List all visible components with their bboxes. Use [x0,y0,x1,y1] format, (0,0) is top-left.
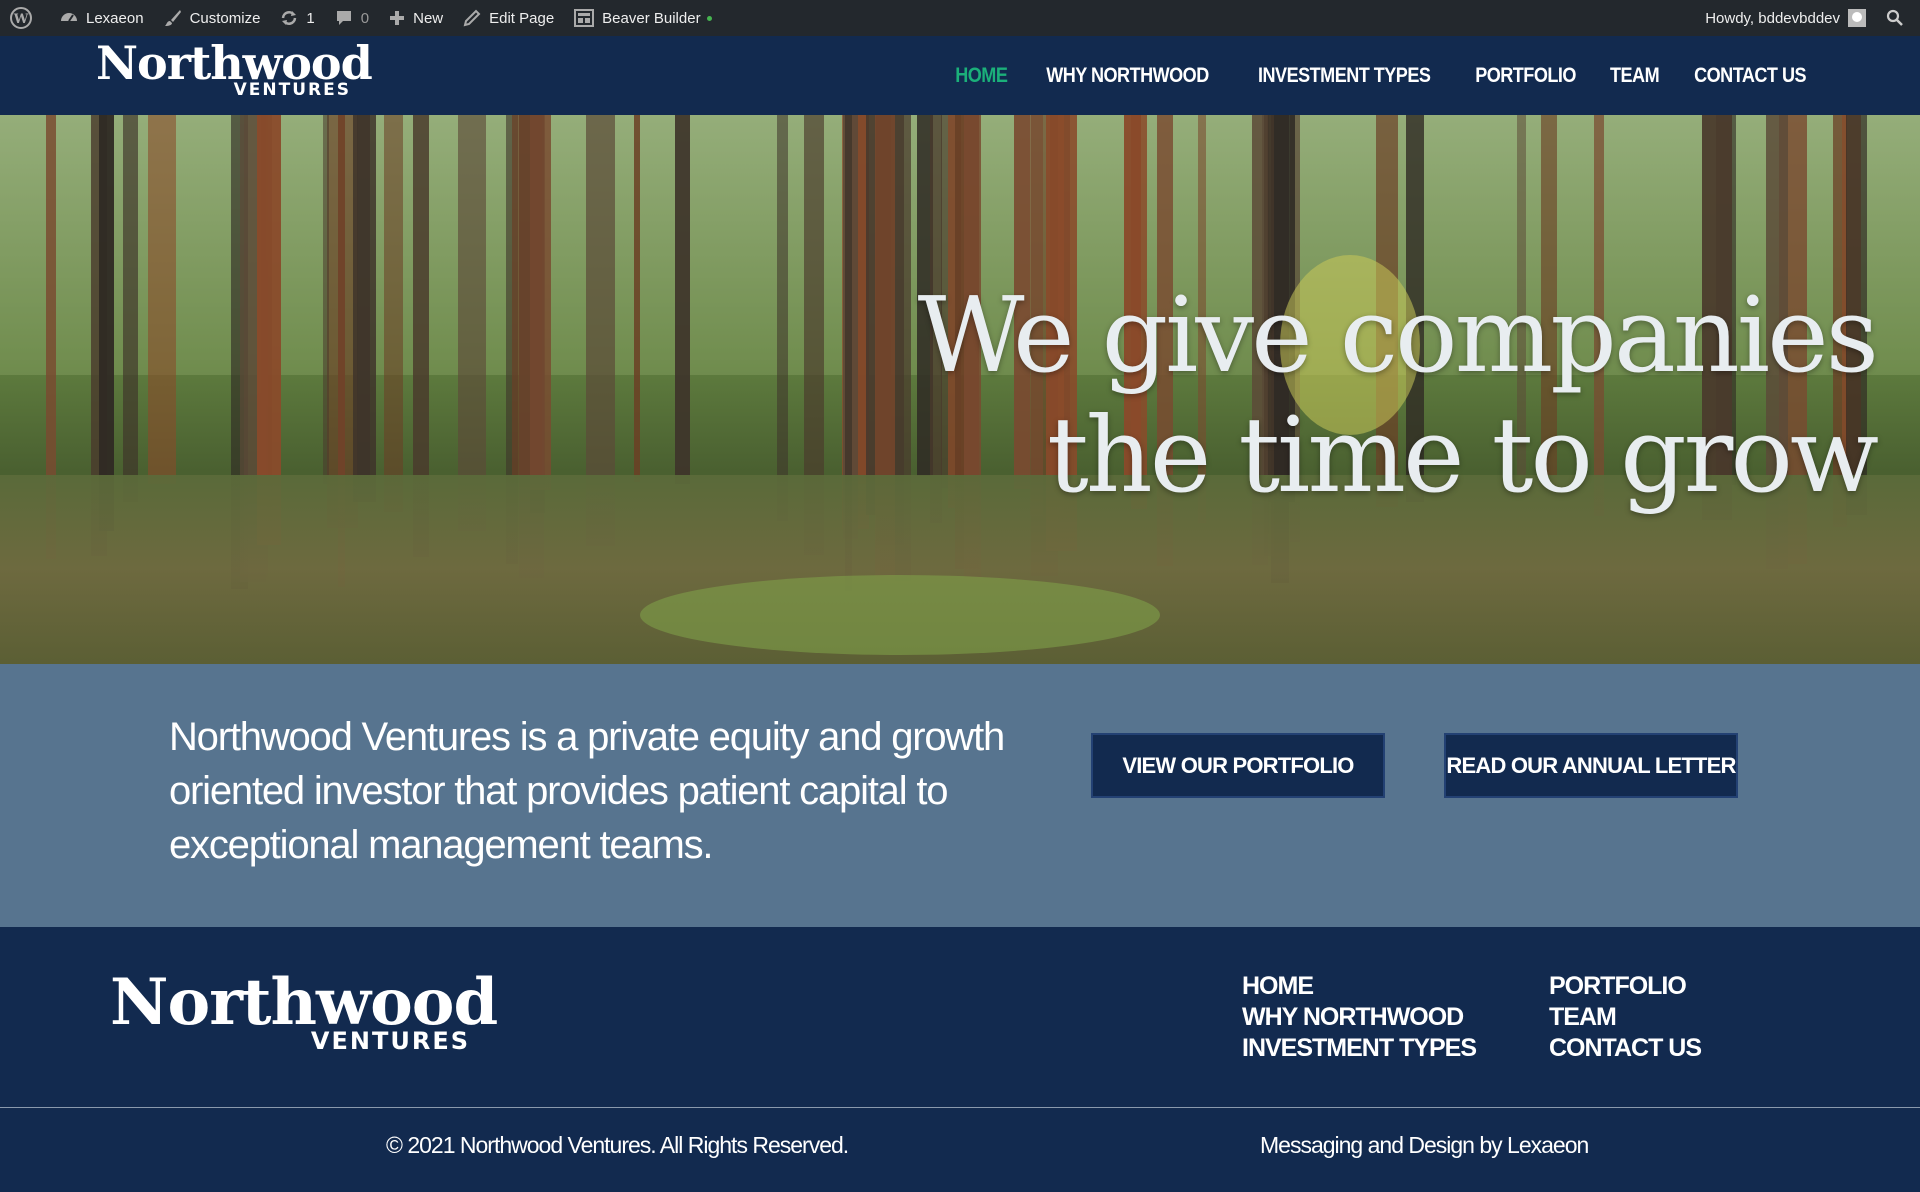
site-footer: Northwood VENTURES HOME WHY NORTHWOOD IN… [0,927,1920,1107]
hero-headline-line2: the time to grow [1046,394,1879,516]
beaver-builder-link[interactable]: Beaver Builder [564,0,721,36]
site-logo[interactable]: Northwood VENTURES [96,40,373,99]
wordpress-logo-button[interactable]: W [0,0,50,36]
nav-why-northwood[interactable]: WHY NORTHWOOD [1047,64,1210,88]
updates-link[interactable]: 1 [270,0,324,36]
copyright-text: © 2021 Northwood Ventures. All Rights Re… [386,1132,849,1158]
dashboard-icon [61,13,77,22]
footer-link-why-northwood[interactable]: WHY NORTHWOOD [1242,1002,1476,1033]
nav-team[interactable]: TEAM [1610,64,1660,88]
read-annual-letter-button[interactable]: READ OUR ANNUAL LETTER [1444,733,1738,798]
plus-icon [390,11,405,25]
footer-link-portfolio[interactable]: PORTFOLIO [1549,971,1701,1002]
hero-banner: We give companies the time to grow [0,115,1920,664]
main-navigation: HOME WHY NORTHWOOD INVESTMENT TYPES PORT… [951,36,1815,115]
footer-nav-column-1: HOME WHY NORTHWOOD INVESTMENT TYPES [1242,971,1477,1064]
footer-link-investment-types[interactable]: INVESTMENT TYPES [1242,1033,1477,1064]
admin-bar: W Lexaeon Customize 1 0 New Edit Page Be… [0,0,1920,36]
footer-link-contact-us[interactable]: CONTACT US [1549,1033,1702,1064]
my-account-link[interactable]: Howdy, bddevbddev [1695,0,1876,36]
nav-portfolio[interactable]: PORTFOLIO [1475,64,1576,88]
customize-label: Customize [189,9,261,27]
new-content-link[interactable]: New [379,0,453,36]
edit-page-link[interactable]: Edit Page [453,0,564,36]
copyright-bar: © 2021 Northwood Ventures. All Rights Re… [0,1107,1920,1192]
footer-link-team[interactable]: TEAM [1549,1002,1701,1033]
hero-headline-line1: We give companies [917,274,1879,396]
howdy-label: Howdy, bddevbddev [1705,9,1840,27]
footer-logo[interactable]: Northwood VENTURES [110,965,498,1054]
wordpress-icon: W [10,7,32,29]
avatar [1848,9,1866,27]
nav-contact-us[interactable]: CONTACT US [1694,64,1806,88]
footer-link-home[interactable]: HOME [1242,971,1476,1002]
hero-headline: We give companies the time to grow [917,274,1879,516]
new-label: New [413,9,444,27]
layout-icon [574,9,595,27]
comments-count: 0 [360,9,370,27]
view-portfolio-button[interactable]: VIEW OUR PORTFOLIO [1091,733,1385,798]
site-name-link[interactable]: Lexaeon [50,0,154,36]
status-dot [706,15,712,21]
design-credit-text[interactable]: Messaging and Design by Lexaeon [1260,1132,1589,1159]
comment-icon [336,11,351,25]
updates-icon [282,11,297,25]
intro-section: Northwood Ventures is a private equity a… [0,664,1920,927]
search-icon [1886,9,1903,26]
site-name-label: Lexaeon [86,9,144,27]
footer-logo-wordmark: Northwood [110,965,498,1040]
updates-count: 1 [306,9,315,27]
beaver-builder-label: Beaver Builder [602,9,701,27]
svg-text:W: W [13,12,29,27]
footer-nav-column-2: PORTFOLIO TEAM CONTACT US [1549,971,1702,1064]
paintbrush-icon [164,10,181,26]
nav-investment-types[interactable]: INVESTMENT TYPES [1258,64,1431,88]
customize-link[interactable]: Customize [154,0,271,36]
edit-page-label: Edit Page [489,9,555,27]
admin-search-button[interactable] [1876,0,1920,36]
site-header: Northwood VENTURES HOME WHY NORTHWOOD IN… [0,36,1920,115]
nav-home[interactable]: HOME [955,64,1008,88]
intro-text: Northwood Ventures is a private equity a… [169,715,1005,867]
comments-link[interactable]: 0 [325,0,379,36]
pencil-icon [463,9,481,27]
